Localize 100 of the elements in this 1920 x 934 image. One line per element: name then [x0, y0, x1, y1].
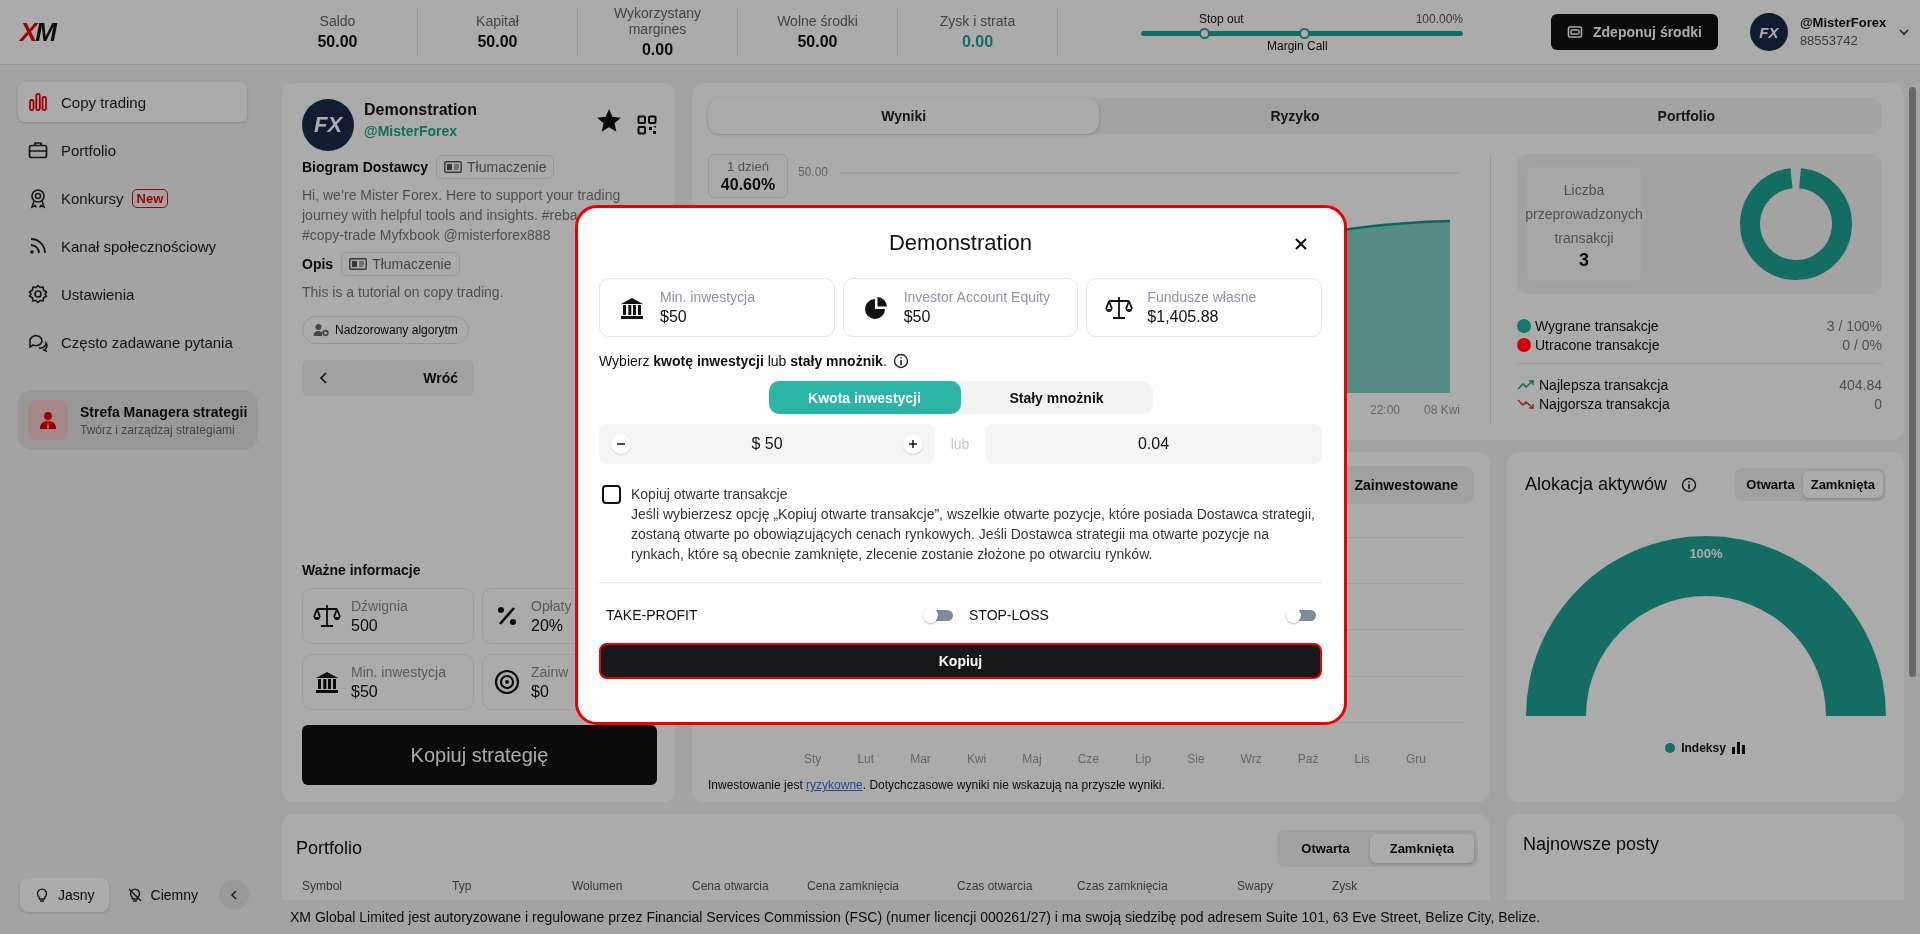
logo[interactable]: XM: [20, 16, 55, 48]
manager-card[interactable]: Strefa Managera strategii Twórz i zarządzaj strategiami: [18, 390, 258, 450]
tab[interactable]: Otwarta: [1281, 834, 1370, 863]
info-label: Zainw: [531, 663, 569, 680]
chart-icon: [27, 91, 49, 113]
column-header: Swapy: [1237, 879, 1275, 893]
back-button[interactable]: Wróć: [302, 360, 474, 396]
summary-label: Investor Account Equity: [903, 289, 1050, 305]
period-card[interactable]: 1 dzień 40.60%: [708, 154, 788, 198]
axis-label: Sie: [1187, 752, 1205, 766]
column-header: Czas otwarcia: [957, 879, 1034, 893]
multiplier-field[interactable]: 0.04: [985, 424, 1322, 464]
new-badge: New: [131, 188, 169, 208]
chevron-left-icon: [228, 889, 240, 901]
risk-link[interactable]: ryzykowne: [806, 778, 863, 792]
info-value: 20%: [531, 616, 565, 635]
wallet-icon: [1567, 24, 1583, 40]
axis-label: Sty: [804, 752, 822, 766]
sidebar-item[interactable]: Konkursy New: [18, 178, 247, 218]
tab[interactable]: Zamknięta: [1369, 834, 1474, 863]
info-title: Ważne informacje: [302, 562, 422, 578]
column-header: Cena otwarcia: [692, 879, 770, 893]
gauge-max-label: 100.00%: [1415, 11, 1463, 26]
axis-label: Lut: [857, 752, 875, 766]
sidebar-item[interactable]: Portfolio: [18, 130, 247, 170]
mode-tab[interactable]: Stały mnożnik: [960, 381, 1153, 414]
info-label: Min. inwestycja: [351, 663, 446, 680]
toggle-label: STOP-LOSS: [969, 607, 1049, 623]
checkbox-label: Kopiuj otwarte transakcje: [631, 485, 789, 504]
info-icon[interactable]: [892, 353, 909, 369]
crossed-bulb-icon: [126, 887, 143, 903]
translate-button[interactable]: Tłumaczenie: [341, 252, 460, 276]
data-label: 100%: [1688, 546, 1723, 561]
column-header: Wolumen: [572, 879, 624, 893]
nav-label: Portfolio: [61, 141, 117, 159]
feed-icon: [27, 235, 49, 257]
theme-button[interactable]: Jasny: [20, 878, 109, 912]
stat-value: 0.00: [961, 33, 994, 51]
trades-label: Liczba przeprowadzonych transakcji: [1525, 180, 1643, 248]
tab[interactable]: Wyniki: [708, 98, 1100, 134]
manager-title: Strefa Managera strategii: [80, 403, 248, 420]
deposit-button[interactable]: Zdeponuj środki: [1551, 14, 1718, 50]
info-value: $0: [531, 682, 550, 701]
info-value: 500: [351, 616, 379, 635]
posts-title: Najnowsze posty: [1523, 834, 1660, 854]
tab[interactable]: Zamknięta: [1802, 471, 1883, 498]
axis-label: 22:00: [1369, 403, 1400, 417]
nav-label: Często zadawane pytania: [61, 333, 233, 351]
copy-button[interactable]: Kopiuj: [599, 643, 1322, 679]
stat-label: Wykorzystany margines: [613, 5, 702, 37]
qr-code-icon[interactable]: [637, 115, 657, 135]
close-icon[interactable]: [1294, 237, 1308, 251]
star-icon[interactable]: [597, 109, 621, 133]
summary-value: $50: [903, 308, 932, 326]
column-header: Symbol: [302, 879, 343, 893]
bio-text: journey with helpful tools and insights. #reba: [302, 206, 579, 225]
translate-button[interactable]: Tłumaczenie: [436, 155, 555, 179]
increase-button[interactable]: [903, 434, 923, 454]
manager-subtitle: Twórz i zarządzaj strategiami: [80, 422, 236, 437]
chevron-left-icon: [318, 371, 330, 385]
description-text: This is a tutorial on copy trading.: [302, 284, 505, 300]
tab[interactable]: Zainwestowane: [1344, 470, 1468, 500]
info-icon[interactable]: [1681, 476, 1698, 493]
legend-dot: [1665, 743, 1676, 753]
toggle-switch[interactable]: [1289, 609, 1316, 621]
axis-label: Gru: [1405, 752, 1426, 766]
footer-text: XM Global Limited jest autoryzowane i regulowane przez Financial Services Commission (FSC) (numer licencji 000261/27) i ma swoją siedzibę pod adresem Suite 101, 63 Eve Street, Belize City, Belize.: [290, 909, 1541, 925]
bio-label: Biogram Dostawcy: [302, 159, 429, 175]
caret-icon[interactable]: [1898, 26, 1911, 38]
sidebar-item[interactable]: Często zadawane pytania: [18, 322, 247, 362]
sidebar-item[interactable]: Copy trading: [18, 82, 247, 122]
provider-avatar: FX: [302, 99, 354, 151]
column-header: Typ: [452, 879, 473, 893]
legend-label: Najgorsza transakcja: [1539, 396, 1670, 412]
bar-chart-icon[interactable]: [1731, 742, 1746, 754]
legend-label: Indeksy: [1681, 741, 1726, 755]
decrease-button[interactable]: [611, 434, 631, 454]
legend-label: Wygrane transakcje: [1535, 318, 1659, 334]
legend-value: 0 / 0%: [1842, 337, 1882, 353]
toggle-switch[interactable]: [926, 609, 953, 621]
theme-button[interactable]: Ciemny: [112, 878, 213, 912]
checkbox-description: Jeśli wybierzesz opcję „Kopiuj otwarte transakcje”, wszelkie otwarte pozycje, które posiada Dostawca strategii, zostaną otwarte po obowiązujących cenach rynkowych. Jeśli Dostawca strategii ma otwarte pozycje na rynkach, które są obecnie zamknięte, zlecenie zostanie złożone po otwarciu rynków.: [631, 505, 1316, 564]
avatar[interactable]: FX: [1749, 13, 1788, 51]
amount-field[interactable]: $ 50: [599, 424, 935, 464]
scale-icon: [313, 602, 341, 630]
copy-strategy-button[interactable]: Kopiuj strategię: [302, 725, 657, 785]
legend-value: 0: [1874, 396, 1882, 412]
trades-count: 3: [1579, 249, 1589, 271]
sidebar-item[interactable]: Ustawienia: [18, 274, 247, 314]
tab[interactable]: Portfolio: [1490, 98, 1882, 134]
translate-icon: [349, 258, 368, 270]
stat-label: Kapitał: [476, 13, 519, 29]
collapse-button[interactable]: [219, 880, 249, 910]
column-header: Czas zamknięcia: [1077, 879, 1169, 893]
checkbox[interactable]: [602, 485, 621, 504]
scrollbar-thumb[interactable]: [1909, 87, 1916, 677]
tab[interactable]: Otwarta: [1738, 471, 1803, 498]
margin-call-label: Margin Call: [1266, 38, 1329, 53]
tab[interactable]: Ryzyko: [1099, 98, 1491, 134]
sidebar-item[interactable]: Kanał społecznościowy: [18, 226, 247, 266]
